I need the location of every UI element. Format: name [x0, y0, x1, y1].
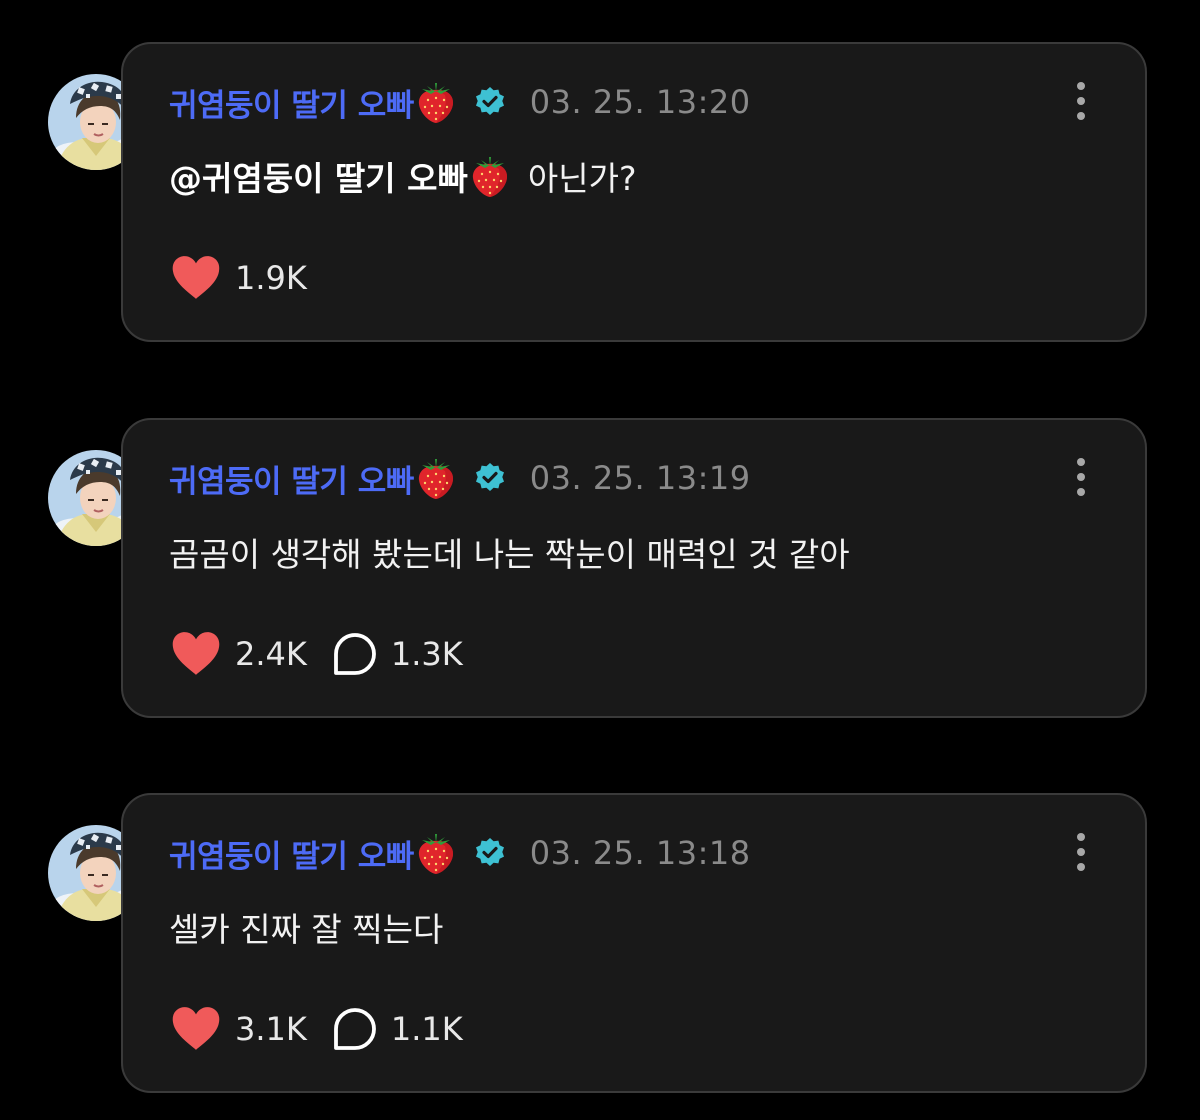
- like-count: 1.9K: [235, 259, 307, 297]
- timestamp: 03. 25. 13:18: [529, 834, 751, 872]
- post-header: 귀염둥이 딸기 오빠 03. 25. 13:20: [169, 76, 751, 128]
- verified-badge-icon: [474, 86, 506, 118]
- author-name[interactable]: 귀염둥이 딸기 오빠: [169, 456, 414, 501]
- heart-icon: [171, 1006, 221, 1052]
- post-item: 귀염둥이 딸기 오빠 03. 25. 13:19 곰곰이 생각해 봤는데 나는 …: [0, 418, 1200, 728]
- comment-count: 1.1K: [390, 1010, 463, 1048]
- mention-link[interactable]: @귀염둥이 딸기 오빠: [169, 152, 468, 200]
- comment-button[interactable]: 1.3K: [333, 632, 463, 676]
- comment-icon: [333, 1007, 377, 1051]
- post-header: 귀염둥이 딸기 오빠 03. 25. 13:18: [169, 827, 751, 879]
- post-text: 셀카 진짜 잘 찍는다: [169, 899, 443, 955]
- post-actions: 2.4K 1.3K: [171, 628, 489, 680]
- like-button[interactable]: 2.4K: [171, 631, 307, 677]
- strawberry-icon: [416, 456, 456, 500]
- timestamp: 03. 25. 13:20: [529, 83, 751, 121]
- author-name[interactable]: 귀염둥이 딸기 오빠: [169, 80, 414, 125]
- like-button[interactable]: 1.9K: [171, 255, 307, 301]
- more-options-icon[interactable]: [1071, 833, 1091, 875]
- author-name[interactable]: 귀염둥이 딸기 오빠: [169, 831, 414, 876]
- strawberry-icon: [470, 154, 510, 198]
- heart-icon: [171, 631, 221, 677]
- strawberry-icon: [416, 80, 456, 124]
- post-body-text: 아닌가?: [527, 159, 637, 198]
- post-header: 귀염둥이 딸기 오빠 03. 25. 13:19: [169, 452, 751, 504]
- post-item: 귀염둥이 딸기 오빠 03. 25. 13:20 @귀염둥이 딸기 오빠 아닌가…: [0, 42, 1200, 352]
- like-count: 2.4K: [235, 635, 307, 673]
- like-count: 3.1K: [235, 1010, 307, 1048]
- post-body-text: 셀카 진짜 잘 찍는다: [169, 910, 444, 949]
- post-card[interactable]: 귀염둥이 딸기 오빠 03. 25. 13:19 곰곰이 생각해 봤는데 나는 …: [121, 418, 1147, 718]
- like-button[interactable]: 3.1K: [171, 1006, 307, 1052]
- comment-button[interactable]: 1.1K: [333, 1007, 463, 1051]
- comment-count: 1.3K: [390, 635, 463, 673]
- strawberry-icon: [416, 831, 456, 875]
- post-text: 곰곰이 생각해 봤는데 나는 짝눈이 매력인 것 같아: [169, 524, 850, 580]
- more-options-icon[interactable]: [1071, 458, 1091, 500]
- post-card[interactable]: 귀염둥이 딸기 오빠 03. 25. 13:18 셀카 진짜 잘 찍는다 3.1…: [121, 793, 1147, 1093]
- post-card[interactable]: 귀염둥이 딸기 오빠 03. 25. 13:20 @귀염둥이 딸기 오빠 아닌가…: [121, 42, 1147, 342]
- post-actions: 3.1K 1.1K: [171, 1003, 489, 1055]
- post-text: @귀염둥이 딸기 오빠 아닌가?: [169, 148, 636, 204]
- post-body-text: 곰곰이 생각해 봤는데 나는 짝눈이 매력인 것 같아: [169, 535, 850, 574]
- more-options-icon[interactable]: [1071, 82, 1091, 124]
- post-actions: 1.9K: [171, 252, 333, 304]
- timestamp: 03. 25. 13:19: [529, 459, 751, 497]
- heart-icon: [171, 255, 221, 301]
- comment-icon: [333, 632, 377, 676]
- verified-badge-icon: [474, 462, 506, 494]
- verified-badge-icon: [474, 837, 506, 869]
- post-item: 귀염둥이 딸기 오빠 03. 25. 13:18 셀카 진짜 잘 찍는다 3.1…: [0, 793, 1200, 1103]
